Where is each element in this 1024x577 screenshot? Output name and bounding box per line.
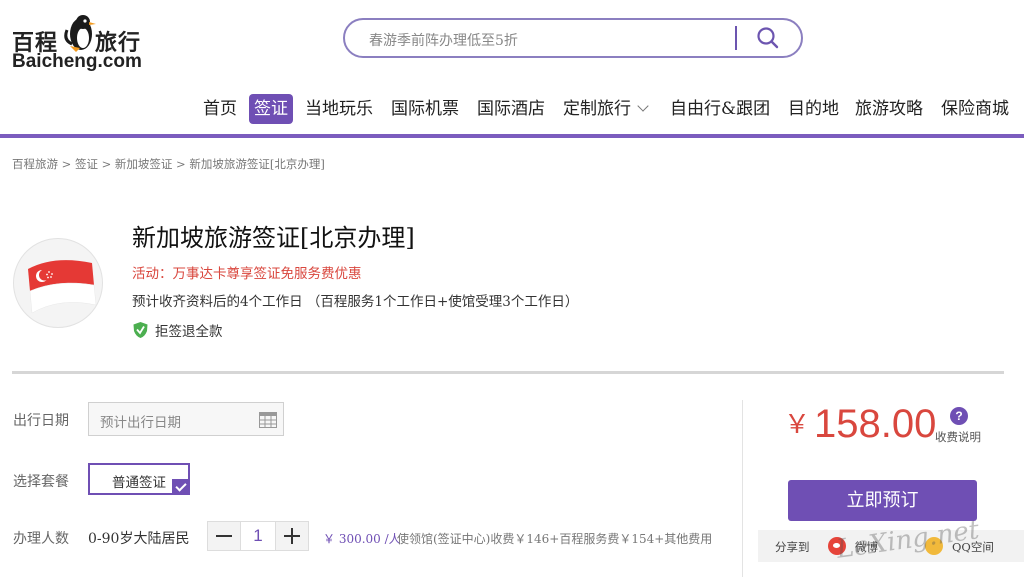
fee-explanation-link[interactable]: 收费说明: [935, 429, 981, 445]
package-option-standard[interactable]: 普通签证: [88, 463, 190, 495]
product-title: 新加坡旅游签证[北京办理]: [132, 224, 415, 252]
breadcrumb-visa[interactable]: 签证: [75, 157, 98, 171]
nav-item-visa[interactable]: 签证: [249, 94, 293, 124]
search-icon[interactable]: [753, 24, 783, 52]
processing-time: 预计收齐资料后的4个工作日 （百程服务1个工作日+使馆受理3个工作日）: [132, 294, 579, 310]
breadcrumb-sep: >: [97, 157, 115, 171]
singapore-flag-icon: [13, 238, 103, 328]
breadcrumb-sep: >: [172, 157, 190, 171]
date-label: 出行日期: [13, 413, 69, 429]
nav-item-flights[interactable]: 国际机票: [391, 94, 459, 124]
nav-item-hotels[interactable]: 国际酒店: [477, 94, 545, 124]
share-label: 分享到: [775, 540, 810, 554]
price-amount: 158.00: [814, 402, 937, 446]
baicheng-logo[interactable]: 百程 旅行 Baicheng.com: [12, 8, 142, 74]
nav-item-custom-travel[interactable]: 定制旅行: [563, 94, 649, 124]
chevron-down-icon: [637, 100, 649, 112]
qzone-icon[interactable]: [925, 537, 943, 555]
breadcrumb-singapore-visa[interactable]: 新加坡签证: [115, 157, 173, 171]
promotion-text[interactable]: 活动：万事达卡尊享签证免服务费优惠: [132, 262, 362, 282]
people-label: 办理人数: [13, 531, 69, 547]
nav-item-insurance[interactable]: 保险商城: [941, 94, 1009, 124]
search-separator: [735, 26, 737, 50]
weibo-icon[interactable]: [828, 537, 846, 555]
checkmark-icon: [172, 479, 190, 495]
penguin-logo-icon: [64, 15, 96, 52]
package-label: 选择套餐: [13, 474, 69, 490]
breadcrumb-current: 新加坡旅游签证[北京办理]: [189, 157, 325, 171]
refund-guarantee: 拒签退全款: [132, 320, 223, 340]
breadcrumb: 百程旅游 > 签证 > 新加坡签证 > 新加坡旅游签证[北京办理]: [12, 156, 325, 172]
nav-item-local-fun[interactable]: 当地玩乐: [305, 94, 373, 124]
travel-date-field[interactable]: 预计出行日期: [88, 402, 284, 436]
search-input[interactable]: 春游季前阵办理低至5折: [369, 30, 518, 50]
plus-icon[interactable]: [276, 522, 308, 550]
nav-item-guides[interactable]: 旅游攻略: [855, 94, 923, 124]
refund-label: 拒签退全款: [155, 324, 223, 340]
price: ￥ 158.00: [784, 402, 936, 447]
minus-icon[interactable]: [208, 522, 240, 550]
nav-item-tours[interactable]: 自由行&跟团: [670, 94, 770, 124]
calendar-icon[interactable]: [259, 411, 277, 428]
column-divider: [742, 400, 743, 577]
travel-date-placeholder: 预计出行日期: [100, 415, 181, 431]
nav-item-home[interactable]: 首页: [203, 94, 237, 124]
quantity-stepper: 1: [207, 521, 309, 551]
nav-item-destinations[interactable]: 目的地: [788, 94, 839, 124]
main-nav: 首页 签证 当地玩乐 国际机票 国际酒店 定制旅行 自由行&跟团 目的地 旅游攻…: [0, 94, 1024, 126]
fee-breakdown: 使领馆(签证中心)收费￥146+百程服务费￥154+其他费用: [397, 532, 713, 546]
nav-item-custom-travel-label: 定制旅行: [563, 99, 631, 119]
quantity-input[interactable]: 1: [240, 522, 276, 550]
share-weibo[interactable]: 微博: [855, 539, 878, 555]
nav-underline: [0, 134, 1024, 138]
shield-check-icon: [133, 322, 148, 338]
share-qzone[interactable]: QQ空间: [952, 539, 994, 555]
breadcrumb-sep: >: [58, 157, 75, 171]
search-box[interactable]: 春游季前阵办理低至5折: [343, 18, 803, 58]
applicant-type: 0-90岁大陆居民: [88, 531, 190, 547]
section-divider: [12, 371, 1004, 374]
currency-symbol: ￥: [784, 410, 811, 440]
book-now-button[interactable]: 立即预订: [788, 480, 977, 521]
question-icon[interactable]: ?: [950, 407, 968, 425]
unit-price: ￥ 300.00 /人: [323, 532, 401, 546]
breadcrumb-home[interactable]: 百程旅游: [12, 157, 58, 171]
share-bar: 分享到 微博 QQ空间: [758, 530, 1024, 562]
logo-domain: Baicheng.com: [12, 51, 142, 72]
